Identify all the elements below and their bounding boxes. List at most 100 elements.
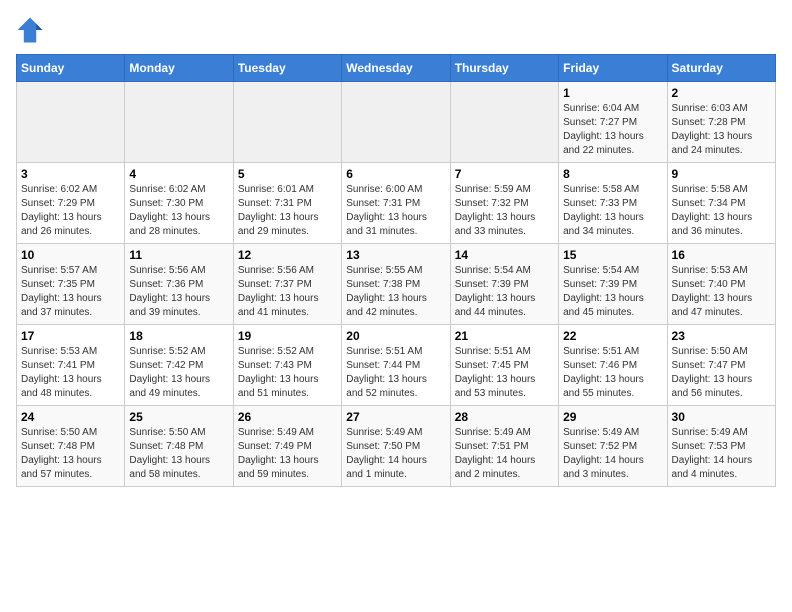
day-number: 8 [563,167,662,181]
logo-icon [16,16,44,44]
day-info: Sunrise: 5:49 AM Sunset: 7:53 PM Dayligh… [672,426,771,482]
calendar-table: SundayMondayTuesdayWednesdayThursdayFrid… [16,54,776,487]
calendar-cell [125,82,233,163]
weekday-header: Wednesday [342,55,450,82]
weekday-header: Saturday [667,55,775,82]
day-info: Sunrise: 5:52 AM Sunset: 7:43 PM Dayligh… [238,345,337,401]
calendar-cell: 8 Sunrise: 5:58 AM Sunset: 7:33 PM Daylig… [559,163,667,244]
day-number: 18 [129,329,228,343]
weekday-header: Monday [125,55,233,82]
weekday-header: Friday [559,55,667,82]
weekday-header: Thursday [450,55,558,82]
calendar-cell: 11 Sunrise: 5:56 AM Sunset: 7:36 PM Dayli… [125,244,233,325]
day-info: Sunrise: 6:01 AM Sunset: 7:31 PM Dayligh… [238,183,337,239]
day-info: Sunrise: 5:49 AM Sunset: 7:51 PM Dayligh… [455,426,554,482]
calendar-cell: 9Sunrise: 5:58 AM Sunset: 7:34 PM Daylig… [667,163,775,244]
day-number: 27 [346,410,445,424]
day-number: 16 [672,248,771,262]
day-info: Sunrise: 5:53 AM Sunset: 7:40 PM Dayligh… [672,264,771,320]
weekday-header: Tuesday [233,55,341,82]
calendar-cell: 18 Sunrise: 5:52 AM Sunset: 7:42 PM Dayli… [125,325,233,406]
logo [16,16,48,44]
day-number: 30 [672,410,771,424]
day-info: Sunrise: 6:04 AM Sunset: 7:27 PM Dayligh… [563,102,662,158]
calendar-cell [17,82,125,163]
day-info: Sunrise: 5:51 AM Sunset: 7:44 PM Dayligh… [346,345,445,401]
day-number: 20 [346,329,445,343]
day-info: Sunrise: 5:55 AM Sunset: 7:38 PM Dayligh… [346,264,445,320]
calendar-cell [342,82,450,163]
calendar-week: 1 Sunrise: 6:04 AM Sunset: 7:27 PM Daylig… [17,82,776,163]
day-number: 28 [455,410,554,424]
day-info: Sunrise: 5:49 AM Sunset: 7:49 PM Dayligh… [238,426,337,482]
calendar-cell: 21Sunrise: 5:51 AM Sunset: 7:45 PM Dayli… [450,325,558,406]
day-number: 12 [238,248,337,262]
day-number: 10 [21,248,120,262]
calendar-cell: 7 Sunrise: 5:59 AM Sunset: 7:32 PM Daylig… [450,163,558,244]
calendar-cell: 20 Sunrise: 5:51 AM Sunset: 7:44 PM Dayli… [342,325,450,406]
day-number: 14 [455,248,554,262]
calendar-cell: 30 Sunrise: 5:49 AM Sunset: 7:53 PM Dayli… [667,406,775,487]
calendar-cell [233,82,341,163]
calendar-cell: 4Sunrise: 6:02 AM Sunset: 7:30 PM Daylig… [125,163,233,244]
day-info: Sunrise: 5:57 AM Sunset: 7:35 PM Dayligh… [21,264,120,320]
calendar-cell: 17 Sunrise: 5:53 AM Sunset: 7:41 PM Dayli… [17,325,125,406]
calendar-cell: 26 Sunrise: 5:49 AM Sunset: 7:49 PM Dayli… [233,406,341,487]
day-info: Sunrise: 5:52 AM Sunset: 7:42 PM Dayligh… [129,345,228,401]
day-info: Sunrise: 6:00 AM Sunset: 7:31 PM Dayligh… [346,183,445,239]
day-number: 11 [129,248,228,262]
day-number: 4 [129,167,228,181]
calendar-cell: 2 Sunrise: 6:03 AM Sunset: 7:28 PM Daylig… [667,82,775,163]
day-number: 26 [238,410,337,424]
day-info: Sunrise: 5:54 AM Sunset: 7:39 PM Dayligh… [563,264,662,320]
calendar-cell: 19 Sunrise: 5:52 AM Sunset: 7:43 PM Dayli… [233,325,341,406]
day-number: 3 [21,167,120,181]
day-number: 19 [238,329,337,343]
calendar-cell: 16 Sunrise: 5:53 AM Sunset: 7:40 PM Dayli… [667,244,775,325]
day-number: 2 [672,86,771,100]
calendar-cell: 24Sunrise: 5:50 AM Sunset: 7:48 PM Dayli… [17,406,125,487]
day-number: 15 [563,248,662,262]
calendar-cell: 13 Sunrise: 5:55 AM Sunset: 7:38 PM Dayli… [342,244,450,325]
calendar-week: 10 Sunrise: 5:57 AM Sunset: 7:35 PM Dayli… [17,244,776,325]
calendar-cell: 28 Sunrise: 5:49 AM Sunset: 7:51 PM Dayli… [450,406,558,487]
weekday-header: Sunday [17,55,125,82]
day-info: Sunrise: 5:59 AM Sunset: 7:32 PM Dayligh… [455,183,554,239]
day-number: 17 [21,329,120,343]
day-info: Sunrise: 5:49 AM Sunset: 7:52 PM Dayligh… [563,426,662,482]
calendar-header: SundayMondayTuesdayWednesdayThursdayFrid… [17,55,776,82]
calendar-cell: 5 Sunrise: 6:01 AM Sunset: 7:31 PM Daylig… [233,163,341,244]
day-number: 5 [238,167,337,181]
calendar-cell: 23Sunrise: 5:50 AM Sunset: 7:47 PM Dayli… [667,325,775,406]
day-info: Sunrise: 6:02 AM Sunset: 7:29 PM Dayligh… [21,183,120,239]
calendar-week: 3 Sunrise: 6:02 AM Sunset: 7:29 PM Daylig… [17,163,776,244]
calendar-cell: 15 Sunrise: 5:54 AM Sunset: 7:39 PM Dayli… [559,244,667,325]
calendar-cell: 29 Sunrise: 5:49 AM Sunset: 7:52 PM Dayli… [559,406,667,487]
day-info: Sunrise: 5:51 AM Sunset: 7:45 PM Dayligh… [455,345,554,401]
day-number: 13 [346,248,445,262]
day-info: Sunrise: 5:56 AM Sunset: 7:37 PM Dayligh… [238,264,337,320]
day-number: 29 [563,410,662,424]
calendar-week: 17 Sunrise: 5:53 AM Sunset: 7:41 PM Dayli… [17,325,776,406]
calendar-cell: 10 Sunrise: 5:57 AM Sunset: 7:35 PM Dayli… [17,244,125,325]
day-number: 22 [563,329,662,343]
day-info: Sunrise: 5:53 AM Sunset: 7:41 PM Dayligh… [21,345,120,401]
day-number: 6 [346,167,445,181]
day-info: Sunrise: 6:03 AM Sunset: 7:28 PM Dayligh… [672,102,771,158]
calendar-week: 24Sunrise: 5:50 AM Sunset: 7:48 PM Dayli… [17,406,776,487]
day-number: 7 [455,167,554,181]
calendar-cell: 12 Sunrise: 5:56 AM Sunset: 7:37 PM Dayli… [233,244,341,325]
day-number: 25 [129,410,228,424]
calendar-cell [450,82,558,163]
day-number: 1 [563,86,662,100]
day-info: Sunrise: 5:56 AM Sunset: 7:36 PM Dayligh… [129,264,228,320]
day-info: Sunrise: 5:58 AM Sunset: 7:34 PM Dayligh… [672,183,771,239]
day-info: Sunrise: 5:54 AM Sunset: 7:39 PM Dayligh… [455,264,554,320]
calendar-cell: 27 Sunrise: 5:49 AM Sunset: 7:50 PM Dayli… [342,406,450,487]
day-info: Sunrise: 5:49 AM Sunset: 7:50 PM Dayligh… [346,426,445,482]
calendar-cell: 22Sunrise: 5:51 AM Sunset: 7:46 PM Dayli… [559,325,667,406]
calendar-cell: 3 Sunrise: 6:02 AM Sunset: 7:29 PM Daylig… [17,163,125,244]
calendar-cell: 14 Sunrise: 5:54 AM Sunset: 7:39 PM Dayli… [450,244,558,325]
calendar-cell: 6 Sunrise: 6:00 AM Sunset: 7:31 PM Daylig… [342,163,450,244]
day-info: Sunrise: 5:58 AM Sunset: 7:33 PM Dayligh… [563,183,662,239]
